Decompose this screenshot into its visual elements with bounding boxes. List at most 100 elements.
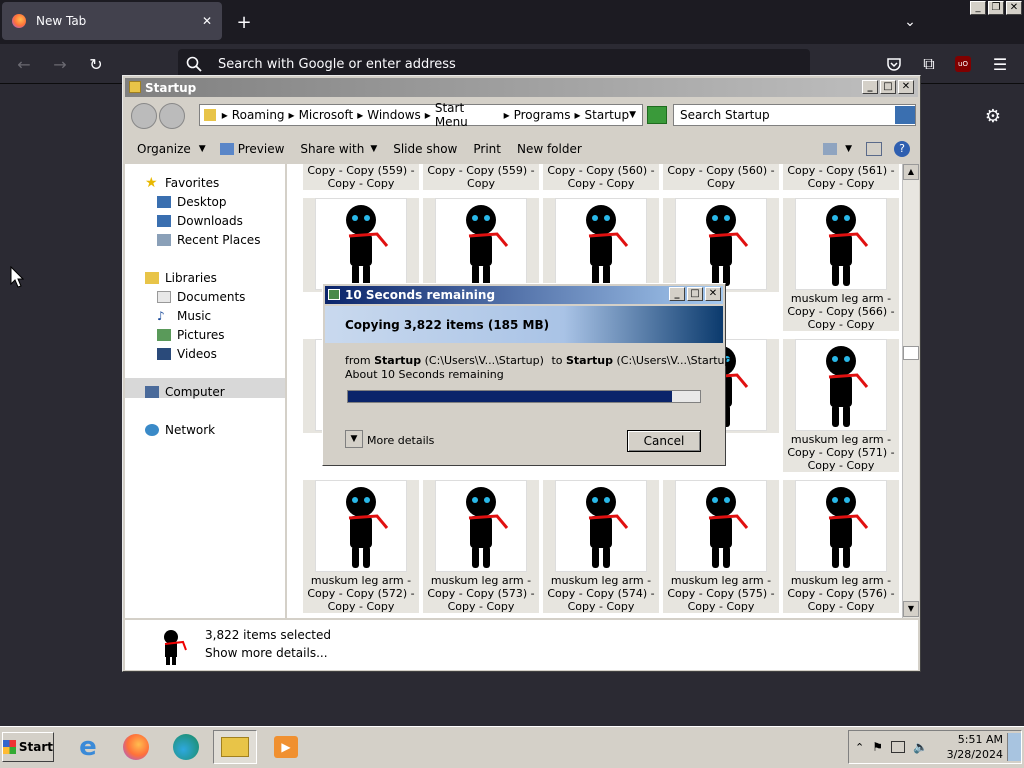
scroll-up-icon[interactable]: ▲ xyxy=(903,164,919,180)
forward-nav-icon[interactable] xyxy=(159,103,185,129)
file-item[interactable] xyxy=(543,198,659,292)
explorer-close-icon[interactable]: ✕ xyxy=(898,80,914,94)
change-view-icon[interactable] xyxy=(823,143,838,155)
close-tab-icon[interactable]: ✕ xyxy=(202,14,212,28)
extensions-icon[interactable]: ⧉ xyxy=(919,54,939,74)
back-nav-icon[interactable] xyxy=(131,103,157,129)
scroll-down-icon[interactable]: ▼ xyxy=(903,601,919,617)
volume-muted-icon[interactable]: 🔈 xyxy=(913,740,928,754)
ublock-icon[interactable]: uO xyxy=(955,56,971,72)
dialog-minimize-icon[interactable]: _ xyxy=(669,287,685,301)
breadcrumb[interactable]: ▸ Roaming ▸ Microsoft ▸ Windows ▸ Start Menu… xyxy=(199,101,643,129)
nav-recent-places[interactable]: Recent Places xyxy=(177,233,260,247)
new-folder-button[interactable]: New folder xyxy=(517,142,582,156)
action-center-flag-icon[interactable]: ⚑ xyxy=(872,740,883,754)
nav-computer[interactable]: Computer xyxy=(165,385,225,399)
taskbar-ie-icon[interactable]: e xyxy=(66,730,110,764)
breadcrumb-startup[interactable]: Startup xyxy=(585,108,630,122)
file-item[interactable] xyxy=(423,198,539,292)
minimize-icon[interactable]: _ xyxy=(970,1,986,15)
preview-button[interactable]: Preview xyxy=(238,142,285,156)
dialog-maximize-icon[interactable]: □ xyxy=(687,287,703,301)
help-icon[interactable]: ? xyxy=(894,141,910,157)
browser-tab[interactable]: New Tab ✕ xyxy=(2,2,222,40)
start-button[interactable]: Start xyxy=(2,732,54,762)
explorer-titlebar[interactable]: Startup _ □ ✕ xyxy=(125,78,918,97)
nav-pictures[interactable]: Pictures xyxy=(177,328,225,342)
taskbar-firefox-icon[interactable] xyxy=(114,730,158,764)
new-tab-icon[interactable]: + xyxy=(234,12,254,33)
system-tray: ⌃ ⚑ 🔈 5:51 AM 3/28/2024 xyxy=(848,730,1022,764)
view-dropdown-icon[interactable]: ▼ xyxy=(845,144,852,154)
taskbar-explorer-icon[interactable] xyxy=(213,730,257,764)
close-icon[interactable]: ✕ xyxy=(1006,1,1022,15)
menu-icon[interactable]: ☰ xyxy=(990,54,1010,74)
file-item[interactable]: muskum leg arm - Copy - Copy (571) - Cop… xyxy=(783,339,899,472)
dialog-titlebar[interactable]: 10 Seconds remaining _ □ ✕ xyxy=(325,286,723,304)
file-item[interactable]: Copy - Copy (559) - Copy - Copy xyxy=(303,164,419,190)
file-item[interactable]: muskum leg arm - Copy - Copy (575) - Cop… xyxy=(663,480,779,613)
print-button[interactable]: Print xyxy=(473,142,501,156)
reload-icon[interactable]: ↻ xyxy=(86,54,106,74)
nav-downloads[interactable]: Downloads xyxy=(177,214,243,228)
forward-icon[interactable]: → xyxy=(50,54,70,74)
nav-network[interactable]: Network xyxy=(165,423,215,437)
share-with-button[interactable]: Share with xyxy=(300,142,364,156)
breadcrumb-microsoft[interactable]: Microsoft xyxy=(299,108,354,122)
show-more-details-link[interactable]: Show more details... xyxy=(205,646,328,660)
nav-favorites[interactable]: Favorites xyxy=(165,176,219,190)
settings-gear-icon[interactable]: ⚙ xyxy=(983,106,1003,127)
file-thumbnail xyxy=(675,198,767,290)
restore-icon[interactable]: ❐ xyxy=(988,1,1004,15)
clock-time[interactable]: 5:51 AM xyxy=(947,732,1003,747)
scroll-thumb[interactable] xyxy=(903,346,919,360)
show-hidden-icons-icon[interactable]: ⌃ xyxy=(855,741,864,754)
clock-date[interactable]: 3/28/2024 xyxy=(947,747,1003,762)
pocket-icon[interactable] xyxy=(884,54,904,74)
search-startup-input[interactable]: Search Startup xyxy=(673,104,916,126)
file-item[interactable]: muskum leg arm - Copy - Copy (573) - Cop… xyxy=(423,480,539,613)
breadcrumb-programs[interactable]: Programs xyxy=(514,108,571,122)
details-pane: 3,822 items selected Show more details..… xyxy=(125,620,918,670)
file-item[interactable] xyxy=(663,198,779,292)
preview-pane-icon[interactable] xyxy=(866,142,882,156)
file-item[interactable]: Copy - Copy (560) - Copy - Copy xyxy=(543,164,659,190)
back-icon[interactable]: ← xyxy=(14,54,34,74)
nav-music[interactable]: Music xyxy=(177,309,211,323)
file-item[interactable]: muskum leg arm - Copy - Copy (574) - Cop… xyxy=(543,480,659,613)
more-details-label[interactable]: More details xyxy=(367,434,434,447)
show-desktop-button[interactable] xyxy=(1007,733,1021,761)
list-all-tabs-icon[interactable]: ⌄ xyxy=(900,12,920,32)
file-item[interactable]: Copy - Copy (560) - Copy xyxy=(663,164,779,190)
network-tray-icon[interactable] xyxy=(890,741,905,753)
organize-button[interactable]: Organize xyxy=(137,142,191,156)
vertical-scrollbar[interactable]: ▲ ▼ xyxy=(902,164,919,618)
dialog-close-icon[interactable]: ✕ xyxy=(705,287,721,301)
nav-libraries[interactable]: Libraries xyxy=(165,271,217,285)
file-item[interactable]: muskum leg arm - Copy - Copy (566) - Cop… xyxy=(783,198,899,331)
nav-videos[interactable]: Videos xyxy=(177,347,217,361)
share-dropdown-icon[interactable]: ▼ xyxy=(370,144,377,154)
explorer-minimize-icon[interactable]: _ xyxy=(862,80,878,94)
breadcrumb-dropdown-icon[interactable]: ▼ xyxy=(629,110,636,120)
search-icon[interactable] xyxy=(895,106,915,124)
nav-desktop[interactable]: Desktop xyxy=(177,195,227,209)
breadcrumb-windows[interactable]: Windows xyxy=(367,108,421,122)
file-item[interactable] xyxy=(303,198,419,292)
windows-logo-icon xyxy=(3,740,16,754)
refresh-icon[interactable] xyxy=(647,106,667,124)
organize-dropdown-icon[interactable]: ▼ xyxy=(199,144,206,154)
cancel-button[interactable]: Cancel xyxy=(627,430,701,452)
taskbar-media-player-icon[interactable]: ▶ xyxy=(264,730,308,764)
slide-show-button[interactable]: Slide show xyxy=(393,142,457,156)
file-item[interactable]: muskum leg arm - Copy - Copy (576) - Cop… xyxy=(783,480,899,613)
file-item[interactable]: muskum leg arm - Copy - Copy (572) - Cop… xyxy=(303,480,419,613)
breadcrumb-roaming[interactable]: Roaming xyxy=(232,108,285,122)
explorer-maximize-icon[interactable]: □ xyxy=(880,80,896,94)
file-item[interactable]: Copy - Copy (559) - Copy xyxy=(423,164,539,190)
more-details-chevron-icon[interactable]: ▼ xyxy=(345,430,363,448)
taskbar-edge-icon[interactable] xyxy=(164,730,208,764)
file-item[interactable]: Copy - Copy (561) - Copy - Copy xyxy=(783,164,899,190)
breadcrumb-start-menu[interactable]: Start Menu xyxy=(435,101,500,129)
nav-documents[interactable]: Documents xyxy=(177,290,245,304)
